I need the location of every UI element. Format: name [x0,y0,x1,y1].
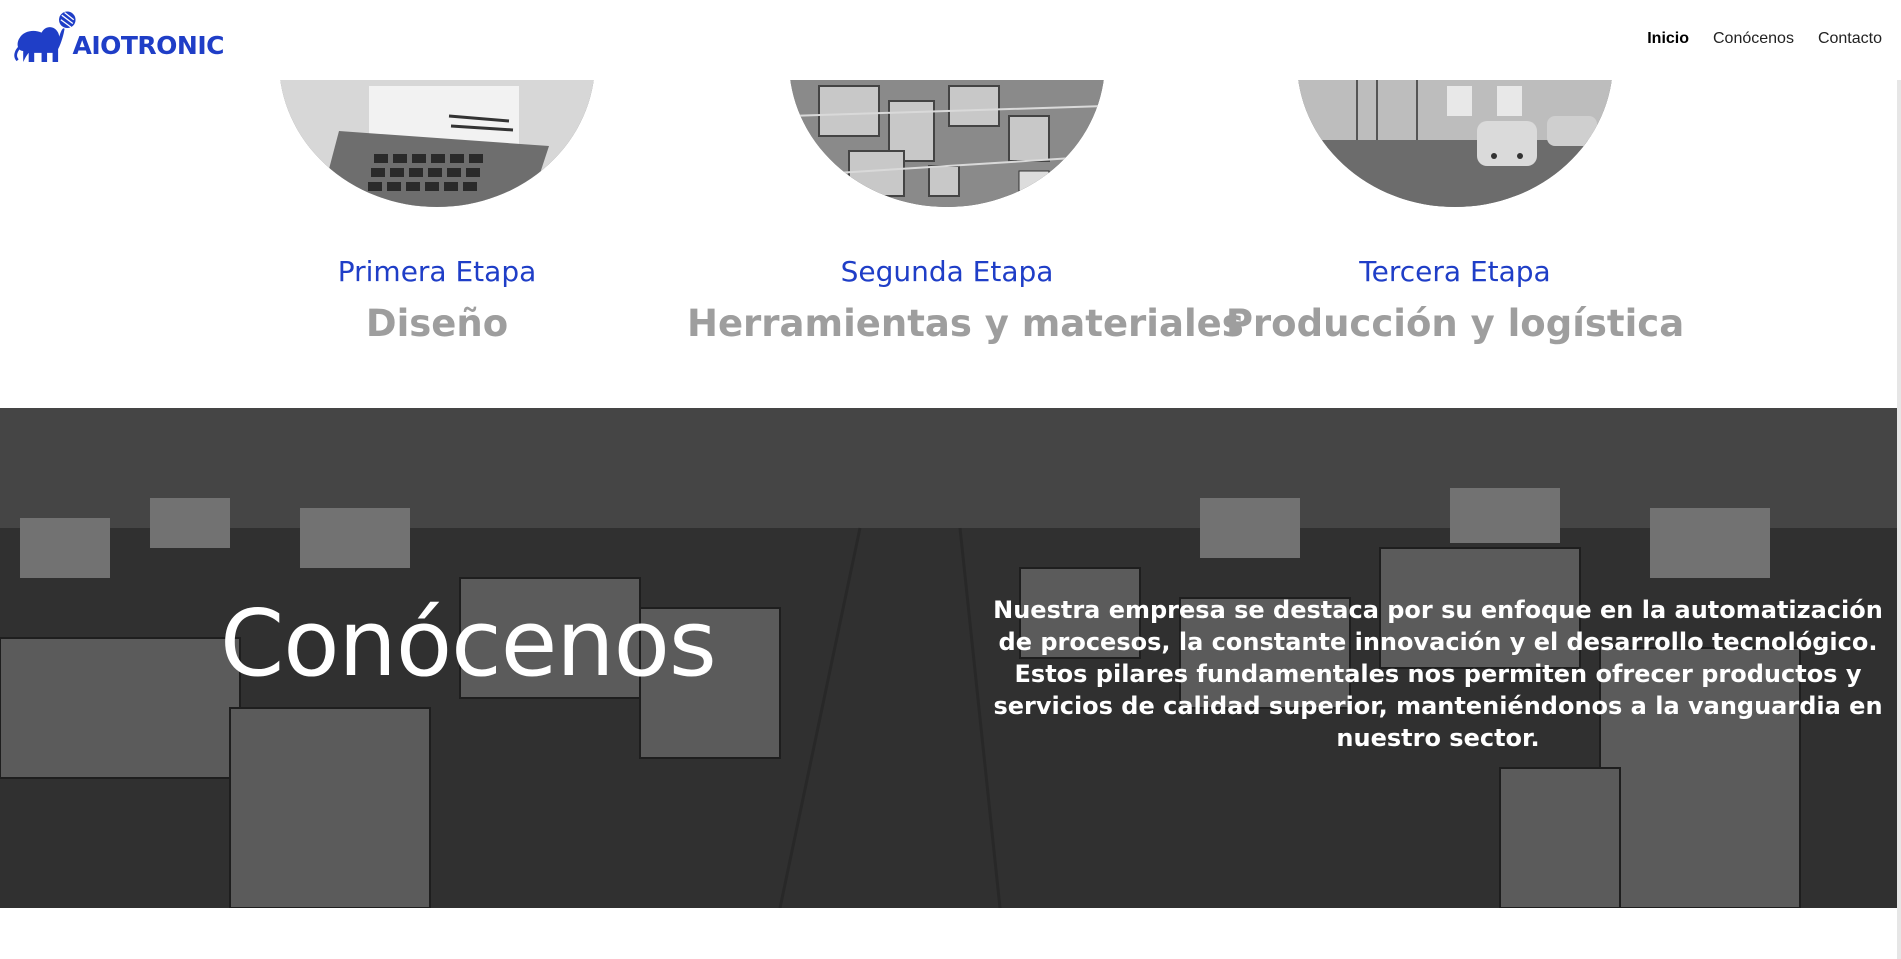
nav-item-inicio[interactable]: Inicio [1647,30,1689,48]
stage-card-2: Segunda Etapa Herramientas y materiales [687,0,1244,360]
stage-card-1: Primera Etapa Diseño [177,0,697,360]
site-header: AIOTRONIC Inicio Conócenos Contacto [0,0,1901,80]
logo[interactable]: AIOTRONIC [14,8,224,72]
elephant-logo-icon [14,11,76,63]
stage-title: Diseño [365,302,509,345]
stage-card-3: Tercera Etapa Producción y logística [1195,0,1715,360]
stage-title: Producción y logística [1225,302,1685,345]
about-hero-section: Conócenos Nuestra empresa se destaca por… [0,408,1901,908]
hero-description: Nuestra empresa se destaca por su enfoqu… [993,596,1883,752]
stage-step-label: Segunda Etapa [840,255,1054,288]
main-nav: Inicio Conócenos Contacto [1647,30,1882,48]
nav-item-conocenos[interactable]: Conócenos [1713,30,1794,48]
nav-item-contacto[interactable]: Contacto [1818,30,1882,48]
stage-step-label: Tercera Etapa [1359,255,1551,288]
stage-title: Herramientas y materiales [687,302,1244,345]
hero-title: Conócenos [220,590,717,697]
brand-name: AIOTRONIC [72,31,224,60]
stage-step-label: Primera Etapa [337,255,537,288]
page-scrollbar[interactable] [1897,0,1901,959]
